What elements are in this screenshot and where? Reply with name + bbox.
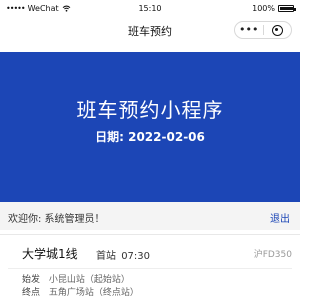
first-time: 07:30: [121, 251, 151, 262]
date-value: 2022-02-06: [128, 130, 205, 144]
welcome-row: 欢迎你: 系统管理员！ 退出: [0, 202, 300, 230]
hero-banner: 班车预约小程序 日期: 2022-02-06: [0, 52, 300, 202]
end-stop-row: 终点 五角广场站（终点站）: [22, 285, 139, 298]
start-place: 小昆山站（起始站）: [48, 275, 130, 285]
battery-icon: [278, 5, 296, 12]
route-divider: [8, 268, 292, 269]
end-place: 五角广场站（终点站）: [48, 288, 139, 298]
close-circle-icon: [271, 24, 283, 36]
route-name: 大学城1线: [22, 247, 78, 261]
status-right: 100%: [252, 4, 296, 13]
logout-link[interactable]: 退出: [270, 210, 290, 225]
start-kind: 始发: [22, 275, 41, 285]
route-header: 大学城1线 首站 07:30 沪FD350: [8, 245, 292, 263]
date-line: 日期: 2022-02-06: [0, 128, 300, 145]
plate-number: 沪FD350: [253, 250, 292, 260]
route-first-departure: 首站 07:30: [96, 247, 150, 262]
more-icon[interactable]: •••: [235, 24, 263, 35]
first-label: 首站: [96, 251, 116, 262]
route-card[interactable]: 大学城1线 首站 07:30 沪FD350 始发 小昆山站（起始站） 终点 五角…: [0, 234, 300, 300]
close-miniprogram-button[interactable]: [264, 24, 292, 36]
app-title: 班车预约小程序: [76, 98, 224, 122]
battery-level: [280, 7, 293, 10]
start-stop-row: 始发 小昆山站（起始站）: [22, 272, 130, 285]
date-label: 日期:: [95, 130, 124, 144]
end-kind: 终点: [22, 288, 41, 298]
nav-bar: 班车预约 •••: [0, 18, 300, 42]
battery-percent: 100%: [252, 4, 275, 13]
status-bar: ••••• WeChat 15:10 100%: [0, 0, 300, 18]
menu-capsule: •••: [234, 21, 292, 39]
welcome-text: 欢迎你: 系统管理员！: [8, 214, 105, 225]
